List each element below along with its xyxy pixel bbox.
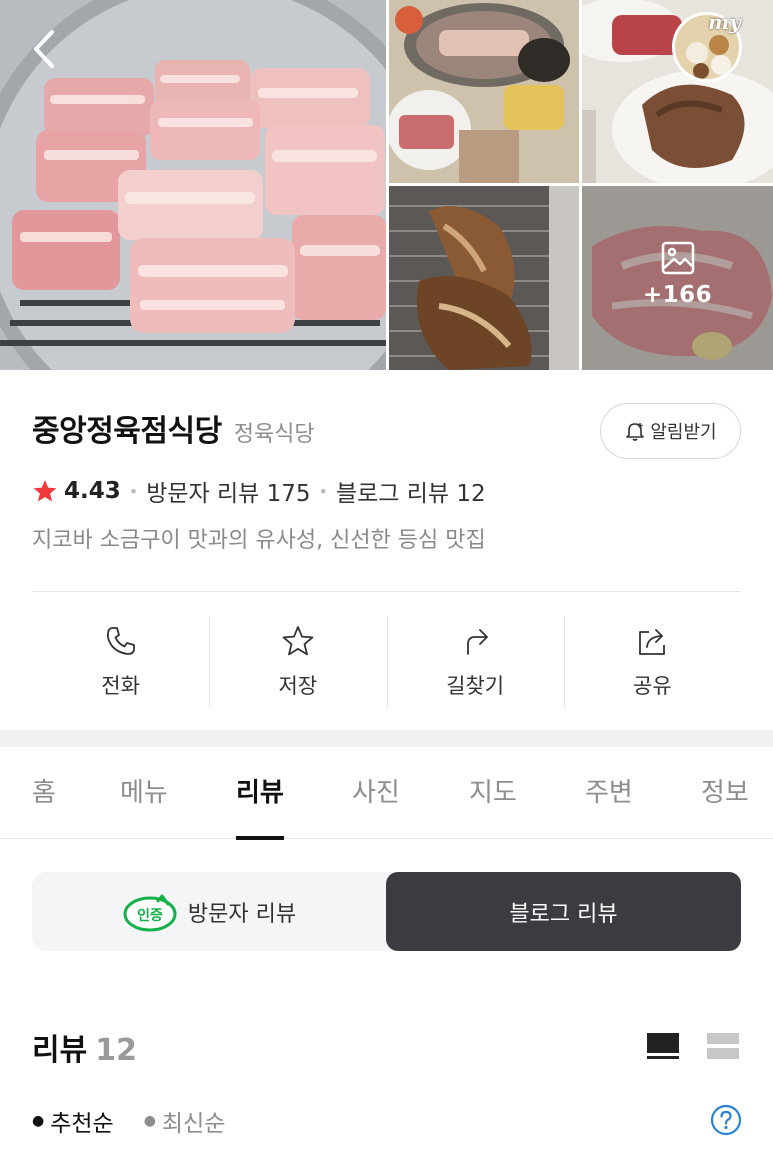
certified-badge-icon: 인증 [123, 894, 177, 931]
tab-photos[interactable]: 사진 [352, 747, 400, 839]
section-gap [0, 730, 773, 747]
directions-label: 길찾기 [446, 673, 505, 698]
sort-bullet: ● [32, 1113, 45, 1129]
review-header: 리뷰 12 [32, 1025, 137, 1069]
blog-review-toggle-label: 블로그 리뷰 [509, 901, 618, 927]
view-mode-switch [646, 1031, 740, 1061]
tab-info[interactable]: 정보 [701, 747, 749, 839]
share-icon [639, 628, 666, 655]
directions-button[interactable]: 길찾기 [386, 614, 564, 709]
visitor-review-toggle-label: 방문자 리뷰 [187, 901, 297, 927]
star-outline-icon [282, 625, 314, 655]
tab-home[interactable]: 홈 [32, 747, 56, 839]
tab-menu[interactable]: 메뉴 [120, 747, 168, 839]
visitor-review-toggle[interactable]: 인증 방문자 리뷰 [32, 872, 386, 951]
alarm-button[interactable]: 알림받기 [600, 403, 741, 459]
review-title: 리뷰 [32, 1033, 88, 1068]
star-rating-icon [33, 480, 57, 502]
more-photos-overlay[interactable]: +166 [582, 186, 773, 370]
tab-nearby[interactable]: 주변 [585, 747, 633, 839]
save-label: 저장 [278, 673, 318, 698]
my-label: my [708, 10, 741, 34]
review-type-toggle: 인증 방문자 리뷰 블로그 리뷰 [32, 872, 741, 951]
call-button[interactable]: 전화 [32, 614, 209, 709]
place-description: 지코바 소금구이 맛과의 유사성, 신선한 등심 맛집 [32, 528, 486, 553]
save-button[interactable]: 저장 [209, 614, 386, 709]
sort-recommended[interactable]: ● 추천순 [32, 1104, 114, 1138]
tab-map[interactable]: 지도 [469, 747, 517, 839]
place-category: 정육식당 [233, 422, 315, 447]
review-count: 12 [95, 1033, 137, 1068]
share-button[interactable]: 공유 [563, 614, 741, 709]
alarm-label: 알림받기 [650, 422, 717, 443]
stats-row: 4.43 • 방문자 리뷰 175 • 블로그 리뷰 12 [32, 474, 486, 508]
sort-latest-label: 최신순 [161, 1111, 226, 1137]
bell-plus-icon [626, 423, 645, 441]
blog-review-link[interactable]: 블로그 리뷰 12 [336, 474, 486, 508]
tab-reviews[interactable]: 리뷰 [236, 747, 284, 840]
directions-icon [467, 628, 489, 655]
certified-badge-text: 인증 [137, 907, 163, 924]
help-icon[interactable] [710, 1104, 742, 1136]
visitor-review-link[interactable]: 방문자 리뷰 175 [146, 474, 310, 508]
gallery-photo-table[interactable] [389, 0, 579, 183]
rating-value: 4.43 [64, 478, 121, 504]
tab-bar: 홈 메뉴 리뷰 사진 지도 주변 정보 [0, 747, 773, 840]
action-bar: 전화 저장 길찾기 공유 [32, 614, 741, 709]
sort-options: ● 추천순 ● 최신순 [32, 1104, 225, 1138]
phone-icon [106, 626, 135, 655]
gallery-photo-grill[interactable] [389, 186, 579, 370]
sort-recommended-label: 추천순 [50, 1111, 114, 1137]
more-photos-count: +166 [642, 282, 713, 308]
list-view-icon[interactable] [706, 1031, 740, 1061]
blog-review-toggle[interactable]: 블로그 리뷰 [386, 872, 741, 951]
call-label: 전화 [101, 673, 140, 698]
sort-bullet: ● [143, 1113, 156, 1129]
card-view-icon[interactable] [646, 1031, 680, 1061]
photo-gallery: +166 my [0, 0, 773, 370]
place-name: 중앙정육점식당 [32, 414, 222, 449]
share-label: 공유 [633, 673, 672, 698]
sort-latest[interactable]: ● 최신순 [144, 1104, 226, 1138]
separator-dot: • [318, 481, 328, 501]
divider [32, 591, 741, 592]
image-icon [661, 241, 694, 275]
place-title-row: 중앙정육점식당 정육식당 [32, 406, 315, 450]
back-arrow-icon[interactable] [26, 26, 66, 72]
separator-dot: • [128, 481, 139, 501]
